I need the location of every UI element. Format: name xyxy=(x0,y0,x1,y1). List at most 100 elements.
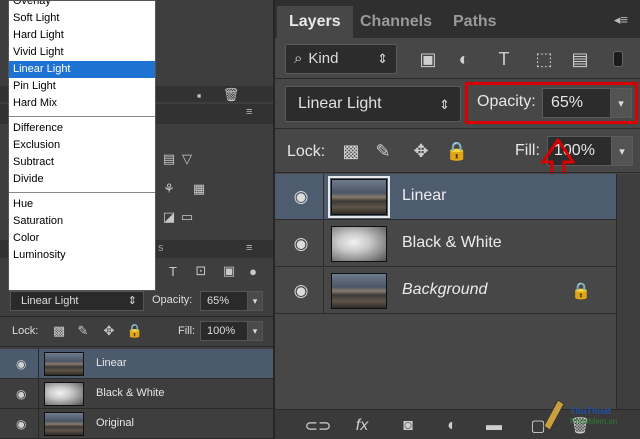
menu-item[interactable]: Luminosity xyxy=(9,247,155,264)
lock-brush-icon[interactable]: ✎ xyxy=(74,323,92,338)
layer-name: Black & White xyxy=(402,234,502,251)
layer-thumbnail xyxy=(44,382,84,406)
lock-all-icon[interactable]: 🔒 xyxy=(445,139,469,163)
link-layers-icon[interactable]: ⊂⊃ xyxy=(305,415,332,437)
layers-scrollbar[interactable] xyxy=(616,174,640,409)
fill-dropdown[interactable]: ▾ xyxy=(611,136,633,166)
small-layer-row[interactable]: ◉ Linear xyxy=(0,349,273,379)
lock-move-icon[interactable]: ✥ xyxy=(409,139,433,163)
small-tab-partial[interactable]: s xyxy=(158,242,164,254)
menu-item[interactable]: Overlay xyxy=(9,1,155,10)
small-blend-mode-value: Linear Light xyxy=(21,295,79,307)
row-divider xyxy=(323,268,324,314)
add-mask-icon[interactable]: ◙ xyxy=(395,415,421,437)
layer-name: Linear xyxy=(402,187,447,204)
link-icon[interactable]: ▪ xyxy=(190,88,208,103)
tab-paths[interactable]: Paths xyxy=(441,6,509,38)
trash-icon[interactable]: 🗑 xyxy=(222,87,240,102)
row-divider xyxy=(38,379,39,409)
svg-text:PhanMem.vn: PhanMem.vn xyxy=(570,417,617,426)
filter-toggle-icon[interactable]: ● xyxy=(244,264,262,279)
smart-object-filter-icon[interactable]: ▤ xyxy=(565,44,595,74)
menu-separator xyxy=(9,188,155,196)
layer-thumbnail xyxy=(328,176,390,218)
small-blend-mode-select[interactable]: Linear Light ⇕ xyxy=(10,291,144,311)
menu-item[interactable]: Subtract xyxy=(9,154,155,171)
layers-panel: Layers Channels Paths ◂≡ ⌕ Kind ⇕ ▣ ◐ T ⬚… xyxy=(273,0,640,439)
menu-item[interactable]: Exclusion xyxy=(9,137,155,154)
opacity-field[interactable]: 65% xyxy=(542,88,612,118)
panel-menu-icon[interactable]: ≡ xyxy=(246,106,252,118)
color-lookup-icon[interactable]: ▦ xyxy=(190,181,208,196)
adjustment-layer-icon[interactable]: ◐ xyxy=(439,415,465,437)
pixel-filter-icon[interactable]: ▣ xyxy=(413,44,443,74)
small-fill-field[interactable]: 100% xyxy=(200,321,248,341)
menu-item[interactable]: Color xyxy=(9,230,155,247)
opacity-label: Opacity: xyxy=(477,93,536,110)
type-filter-icon[interactable]: T xyxy=(164,264,182,279)
visibility-eye-icon[interactable]: ◉ xyxy=(16,357,26,371)
threshold-icon[interactable]: ◪ xyxy=(160,209,178,224)
color-balance-icon[interactable]: ⚘ xyxy=(160,181,178,196)
menu-item[interactable]: Hard Mix xyxy=(9,95,155,112)
layer-thumbnail xyxy=(44,352,84,376)
menu-item[interactable]: Divide xyxy=(9,171,155,188)
gradient-map-icon[interactable]: ▭ xyxy=(178,209,196,224)
menu-item[interactable]: Soft Light xyxy=(9,10,155,27)
blend-mode-select[interactable]: Linear Light ⇕ xyxy=(285,86,461,122)
menu-item[interactable]: Vivid Light xyxy=(9,44,155,61)
menu-item-selected[interactable]: Linear Light xyxy=(9,61,155,78)
small-layer-row[interactable]: ◉ Original xyxy=(0,409,273,439)
small-layer-name: Original xyxy=(96,417,134,429)
levels-icon[interactable]: ▤ xyxy=(160,151,178,166)
visibility-eye-icon[interactable]: ◉ xyxy=(289,234,313,254)
gradient-triangle-icon[interactable]: ▽ xyxy=(178,151,196,166)
layer-row[interactable]: ◉ Linear xyxy=(275,174,616,220)
small-fill-dropdown[interactable]: ▾ xyxy=(247,321,263,341)
menu-item[interactable]: Hard Light xyxy=(9,27,155,44)
small-layer-row[interactable]: ◉ Black & White xyxy=(0,379,273,409)
small-layer-name: Linear xyxy=(96,357,127,369)
fill-label: Fill: xyxy=(515,142,540,159)
small-panel-menu-icon[interactable]: ≡ xyxy=(246,242,252,254)
row-divider xyxy=(323,174,324,220)
shape-filter-icon[interactable]: ⬚ xyxy=(529,44,559,74)
type-filter-icon[interactable]: T xyxy=(489,44,519,74)
smart-filter-icon[interactable]: ▣ xyxy=(220,263,238,278)
visibility-eye-icon[interactable]: ◉ xyxy=(289,281,313,301)
kind-filter-select[interactable]: ⌕ Kind ⇕ xyxy=(285,44,397,74)
row-divider xyxy=(38,409,39,439)
menu-item[interactable]: Difference xyxy=(9,120,155,137)
tab-layers[interactable]: Layers xyxy=(277,6,353,38)
adjustment-filter-icon[interactable]: ◐ xyxy=(449,44,479,74)
opacity-dropdown[interactable]: ▾ xyxy=(610,88,632,118)
small-opacity-dropdown[interactable]: ▾ xyxy=(247,291,263,311)
layer-row[interactable]: ◉ Background 🔒 xyxy=(275,268,616,314)
menu-item[interactable]: Pin Light xyxy=(9,78,155,95)
lock-move-icon[interactable]: ✥ xyxy=(100,323,118,338)
filter-toggle-icon[interactable] xyxy=(603,44,633,74)
small-layer-name: Black & White xyxy=(96,387,165,399)
panel-menu-icon[interactable]: ◂≡ xyxy=(614,12,628,28)
fx-icon[interactable]: fx xyxy=(349,415,375,437)
visibility-eye-icon[interactable]: ◉ xyxy=(16,417,26,431)
new-group-icon[interactable]: ▬ xyxy=(481,415,507,437)
lock-transparent-icon[interactable]: ▩ xyxy=(339,139,363,163)
kind-label: Kind xyxy=(308,50,339,67)
lock-all-icon[interactable]: 🔒 xyxy=(126,323,144,338)
small-opacity-field[interactable]: 65% xyxy=(200,291,248,311)
shape-filter-icon[interactable]: ⊡ xyxy=(192,263,210,278)
layer-row[interactable]: ◉ Black & White xyxy=(275,221,616,267)
divider xyxy=(275,128,640,129)
watermark-logo: ThuThuat PhanMem.vn xyxy=(536,392,640,432)
lock-transparent-icon[interactable]: ▩ xyxy=(50,323,68,338)
menu-item[interactable]: Saturation xyxy=(9,213,155,230)
lock-brush-icon[interactable]: ✎ xyxy=(371,139,395,163)
menu-item[interactable]: Hue xyxy=(9,196,155,213)
small-opacity-label: Opacity: xyxy=(152,294,193,306)
blend-mode-value: Linear Light xyxy=(298,95,382,112)
layer-thumbnail xyxy=(331,226,387,262)
tab-channels[interactable]: Channels xyxy=(348,6,444,38)
visibility-eye-icon[interactable]: ◉ xyxy=(16,387,26,401)
visibility-eye-icon[interactable]: ◉ xyxy=(289,187,313,207)
